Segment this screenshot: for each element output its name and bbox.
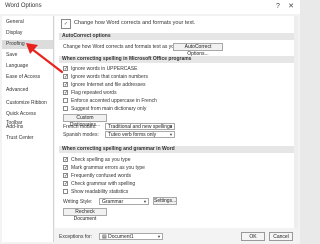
annotation-arrow: [26, 43, 64, 74]
